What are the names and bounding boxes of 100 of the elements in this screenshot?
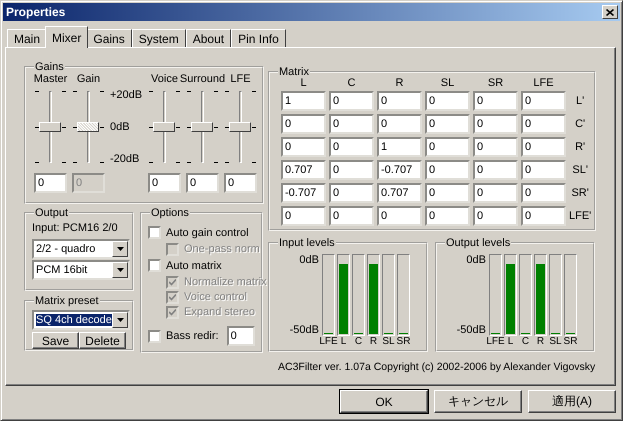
matrix-cell[interactable]: 0 [377, 114, 422, 134]
matrix-cell[interactable]: 0 [329, 137, 374, 157]
column-header: C [348, 78, 356, 88]
dialog-button[interactable]: キャンセル [434, 390, 522, 413]
vertical-slider[interactable] [186, 89, 219, 165]
close-button[interactable] [602, 5, 618, 19]
check-icon [169, 308, 176, 316]
matrix-cell[interactable]: 0 [425, 137, 470, 157]
column-header: L [300, 78, 307, 88]
matrix-cell[interactable]: 0 [473, 183, 518, 203]
matrix-cell[interactable]: -0.707 [377, 160, 422, 180]
input-field[interactable]: 0 [224, 173, 257, 193]
down-arrow-icon [116, 318, 124, 322]
matrix-cell[interactable]: 0.707 [281, 160, 326, 180]
checkbox[interactable] [148, 226, 161, 239]
column-header: LFE [533, 78, 554, 88]
group-title: Output [34, 207, 70, 219]
matrix-cell[interactable]: 0 [521, 137, 566, 157]
down-arrow-icon [116, 247, 124, 251]
preset-button[interactable]: Delete [79, 332, 126, 349]
matrix-cell[interactable]: 0 [425, 206, 470, 226]
down-arrow-icon [116, 268, 124, 272]
matrix-cell[interactable]: 0 [329, 114, 374, 134]
matrix-cell[interactable]: 0 [425, 91, 470, 111]
dropdown-button[interactable] [112, 241, 128, 257]
matrix-cell[interactable]: 0 [425, 183, 470, 203]
vertical-slider[interactable] [148, 89, 181, 165]
vertical-slider[interactable] [224, 89, 257, 165]
matrix-cell[interactable]: 1 [377, 137, 422, 157]
matrix-cell[interactable]: -0.707 [281, 183, 326, 203]
input-field[interactable]: 0 [148, 173, 181, 193]
matrix-cell[interactable]: 0 [521, 160, 566, 180]
matrix-cell[interactable]: 0 [425, 160, 470, 180]
matrix-cell[interactable]: 0 [473, 137, 518, 157]
matrix-cell[interactable]: 0 [521, 91, 566, 111]
column-header: SR [488, 78, 504, 88]
matrix-cell[interactable]: 0 [281, 137, 326, 157]
row-header: SR' [571, 187, 589, 199]
matrix-cell[interactable]: 0 [473, 114, 518, 134]
matrix-cell[interactable]: 0 [329, 160, 374, 180]
slider-thumb[interactable] [229, 122, 251, 132]
checkbox[interactable] [148, 330, 161, 342]
scale-label: 0dB [110, 121, 130, 133]
dialog-button[interactable]: OK [340, 390, 428, 413]
matrix-cell[interactable]: 0.707 [377, 183, 422, 203]
vertical-slider[interactable] [34, 89, 67, 165]
tab[interactable]: Gains [86, 29, 132, 47]
channel-label: C [522, 336, 530, 348]
matrix-cell[interactable]: 0 [473, 91, 518, 111]
channel-label: R [370, 336, 378, 348]
tab[interactable]: Mixer [45, 26, 88, 48]
matrix-cell[interactable]: 0 [329, 206, 374, 226]
slider-label: Surround [180, 73, 226, 86]
matrix-cell[interactable]: 0 [473, 206, 518, 226]
vertical-slider[interactable] [72, 89, 105, 165]
preset-button[interactable]: Save [32, 332, 79, 349]
dropdown[interactable]: PCM 16bit [32, 260, 130, 280]
checkbox-label: Auto gain control [166, 226, 249, 238]
check-icon [169, 294, 176, 300]
group-title: Input levels [278, 237, 336, 249]
dropdown-button[interactable] [112, 312, 128, 328]
matrix-cell[interactable]: 0 [377, 91, 422, 111]
input-field[interactable]: 0 [34, 173, 67, 193]
matrix-cell[interactable]: 0 [521, 114, 566, 134]
tab[interactable]: Main [7, 29, 48, 47]
channel-label: L [340, 336, 346, 348]
tab[interactable]: About [186, 29, 232, 47]
group-title: Gains [34, 61, 65, 73]
input-field[interactable]: 0 [226, 326, 255, 346]
matrix-cell[interactable]: 1 [281, 91, 326, 111]
checkbox[interactable] [148, 259, 161, 272]
row-header: L' [576, 95, 584, 107]
matrix-cell[interactable]: 0 [473, 160, 518, 180]
matrix-cell[interactable]: 0 [425, 114, 470, 134]
scale-label: 0dB [299, 254, 319, 266]
dropdown[interactable]: SQ 4ch decode [32, 310, 130, 330]
matrix-cell[interactable]: 0 [377, 206, 422, 226]
checkbox-label: One-pass norm [184, 243, 260, 255]
row-header: C' [575, 118, 586, 130]
tab[interactable]: Pin Info [231, 29, 286, 47]
slider-thumb[interactable] [191, 122, 213, 132]
matrix-cell[interactable]: 0 [521, 206, 566, 226]
dropdown-button[interactable] [112, 262, 128, 278]
scale-label: -50dB [456, 324, 486, 336]
tab[interactable]: System [132, 29, 186, 47]
input-field[interactable]: 0 [186, 173, 219, 193]
matrix-cell[interactable]: 0 [521, 183, 566, 203]
slider-thumb[interactable] [39, 122, 61, 132]
dialog-button[interactable]: 適用(A) [528, 390, 616, 413]
slider-label: Gain [76, 73, 100, 86]
row-header: SL' [572, 164, 588, 176]
dropdown[interactable]: 2/2 - quadro [32, 239, 130, 259]
matrix-cell[interactable]: 0 [329, 183, 374, 203]
channel-label: C [354, 336, 362, 348]
matrix-cell[interactable]: 0 [329, 91, 374, 111]
group-title: Output levels [445, 237, 512, 249]
matrix-cell[interactable]: 0 [281, 114, 326, 134]
slider-thumb[interactable] [153, 122, 175, 132]
scale-label: 0dB [466, 254, 486, 266]
matrix-cell[interactable]: 0 [281, 206, 326, 226]
